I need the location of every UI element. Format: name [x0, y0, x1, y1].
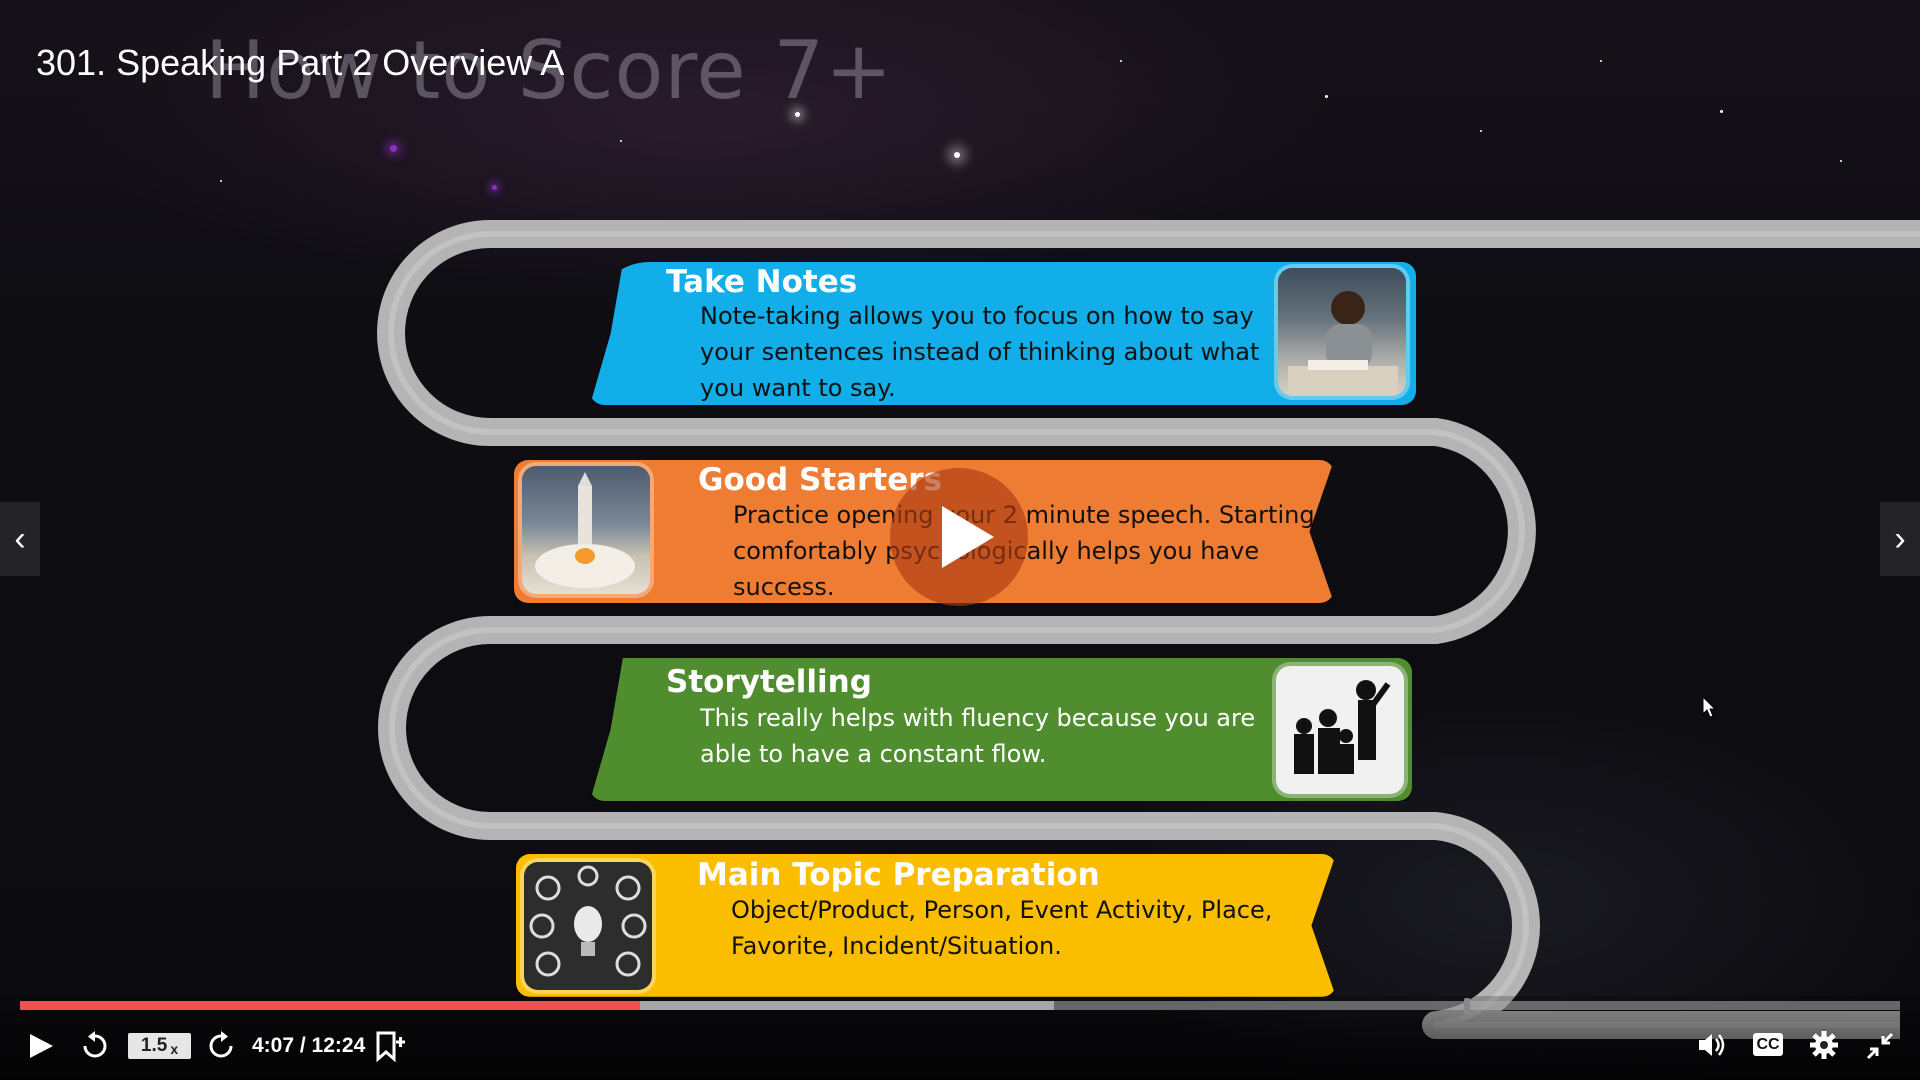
- rewind-button[interactable]: [80, 1031, 110, 1061]
- settings-button[interactable]: [1808, 1029, 1840, 1061]
- panel-line: you want to say.: [700, 374, 896, 402]
- chevron-left-icon: ‹: [14, 519, 26, 558]
- next-lecture-button[interactable]: ›: [1880, 502, 1920, 576]
- panel-title: Main Topic Preparation: [697, 857, 1100, 893]
- previous-lecture-button[interactable]: ‹: [0, 502, 40, 576]
- mouse-cursor: [1702, 696, 1716, 718]
- lightbulb-icon: [529, 865, 647, 977]
- cc-icon: CC: [1756, 1035, 1780, 1053]
- storyteller-silhouette: [1276, 666, 1404, 794]
- center-play-button[interactable]: [890, 468, 1028, 606]
- panel-text: Note-taking allows you to focus on how t…: [700, 298, 1259, 406]
- video-title: 301. Speaking Part 2 Overview A: [36, 42, 565, 83]
- play-icon: [942, 506, 994, 568]
- play-button[interactable]: [26, 1031, 56, 1061]
- panel-line: Favorite, Incident/Situation.: [731, 932, 1062, 960]
- speed-value: 1.5: [140, 1035, 168, 1056]
- exit-fullscreen-icon: [1866, 1032, 1894, 1060]
- panel-text: This really helps with fluency because y…: [700, 700, 1255, 772]
- panel-line: This really helps with fluency because y…: [700, 704, 1256, 732]
- play-icon: [30, 1034, 53, 1058]
- panel-line: Object/Product, Person, Event Activity, …: [731, 896, 1273, 924]
- settings-icon: [1810, 1031, 1838, 1059]
- exit-fullscreen-button[interactable]: [1864, 1030, 1896, 1062]
- volume-button[interactable]: [1696, 1030, 1728, 1060]
- student-writing-icon: [1288, 291, 1398, 396]
- rocket-icon: [535, 472, 635, 588]
- rewind-icon: [83, 1031, 107, 1058]
- captions-button[interactable]: CC: [1753, 1033, 1783, 1056]
- volume-icon: [1699, 1034, 1725, 1056]
- student-writing-photo: [1278, 268, 1406, 396]
- time-display: 4:07 / 12:24: [252, 1034, 366, 1057]
- progress-played: [20, 1001, 641, 1010]
- progress-marker[interactable]: [1464, 998, 1470, 1014]
- panel-title: Storytelling: [666, 664, 872, 700]
- lightbulb-mindmap: [524, 862, 652, 990]
- playback-speed-button[interactable]: 1.5 x: [128, 1033, 191, 1059]
- panel-line: Note-taking allows you to focus on how t…: [700, 302, 1254, 330]
- forward-icon: [209, 1031, 233, 1058]
- rocket-launch-photo: [522, 466, 650, 594]
- panel-title: Take Notes: [666, 264, 858, 300]
- panel-text: Object/Product, Person, Event Activity, …: [731, 892, 1272, 964]
- forward-button[interactable]: [206, 1031, 236, 1061]
- panel-line: able to have a constant flow.: [700, 740, 1047, 768]
- speed-suffix: x: [170, 1040, 179, 1057]
- chevron-right-icon: ›: [1894, 519, 1906, 558]
- bookmark-add-icon: [376, 1031, 405, 1062]
- storyteller-icon: [1294, 680, 1391, 774]
- panel-line: your sentences instead of thinking about…: [700, 338, 1260, 366]
- add-bookmark-button[interactable]: [374, 1030, 406, 1062]
